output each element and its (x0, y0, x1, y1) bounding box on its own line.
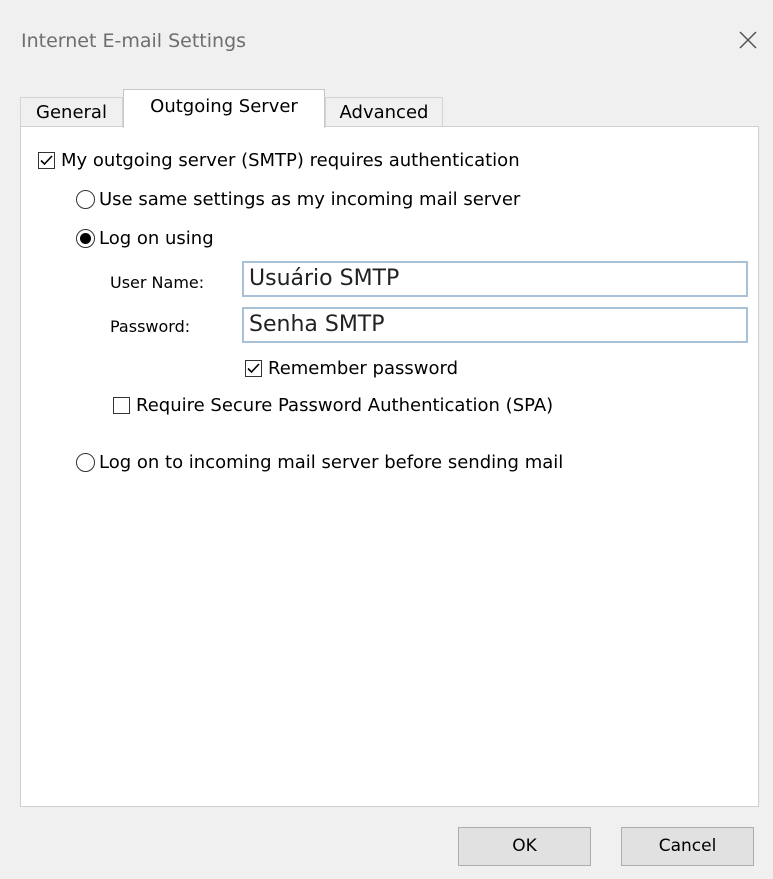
log-on-using-row[interactable]: Log on using (76, 228, 214, 249)
close-icon (739, 31, 757, 49)
ok-button[interactable]: OK (458, 827, 591, 866)
spa-row[interactable]: Require Secure Password Authentication (… (113, 395, 553, 416)
same-settings-label: Use same settings as my incoming mail se… (99, 189, 521, 210)
remember-password-row[interactable]: Remember password (245, 358, 458, 379)
log-on-using-label: Log on using (99, 228, 214, 249)
spa-label: Require Secure Password Authentication (… (136, 395, 554, 416)
log-on-incoming-radio[interactable] (76, 453, 95, 472)
radio-selected-icon (80, 233, 91, 244)
username-field[interactable]: Usuário SMTP (242, 261, 748, 297)
same-settings-radio[interactable] (76, 190, 95, 209)
tab-outgoing-server[interactable]: Outgoing Server (123, 89, 325, 128)
same-settings-row[interactable]: Use same settings as my incoming mail se… (76, 189, 520, 210)
tab-general[interactable]: General (20, 97, 123, 127)
username-label: User Name: (110, 273, 205, 292)
spa-checkbox[interactable] (113, 397, 130, 414)
log-on-using-radio[interactable] (76, 229, 95, 248)
smtp-auth-label: My outgoing server (SMTP) requires authe… (61, 150, 520, 171)
tab-panel: My outgoing server (SMTP) requires authe… (20, 126, 759, 807)
close-button[interactable] (734, 26, 762, 54)
checkmark-icon (40, 155, 53, 166)
checkmark-icon (247, 363, 260, 374)
password-label: Password: (110, 317, 191, 336)
log-on-incoming-row[interactable]: Log on to incoming mail server before se… (76, 452, 563, 473)
smtp-auth-checkbox[interactable] (38, 152, 55, 169)
remember-password-checkbox[interactable] (245, 360, 262, 377)
cancel-button[interactable]: Cancel (621, 827, 754, 866)
dialog-title: Internet E-mail Settings (21, 30, 247, 52)
smtp-auth-row[interactable]: My outgoing server (SMTP) requires authe… (38, 150, 520, 171)
log-on-incoming-label: Log on to incoming mail server before se… (99, 452, 564, 473)
password-field[interactable]: Senha SMTP (242, 307, 748, 343)
tab-advanced[interactable]: Advanced (325, 97, 443, 127)
remember-password-label: Remember password (268, 358, 458, 379)
